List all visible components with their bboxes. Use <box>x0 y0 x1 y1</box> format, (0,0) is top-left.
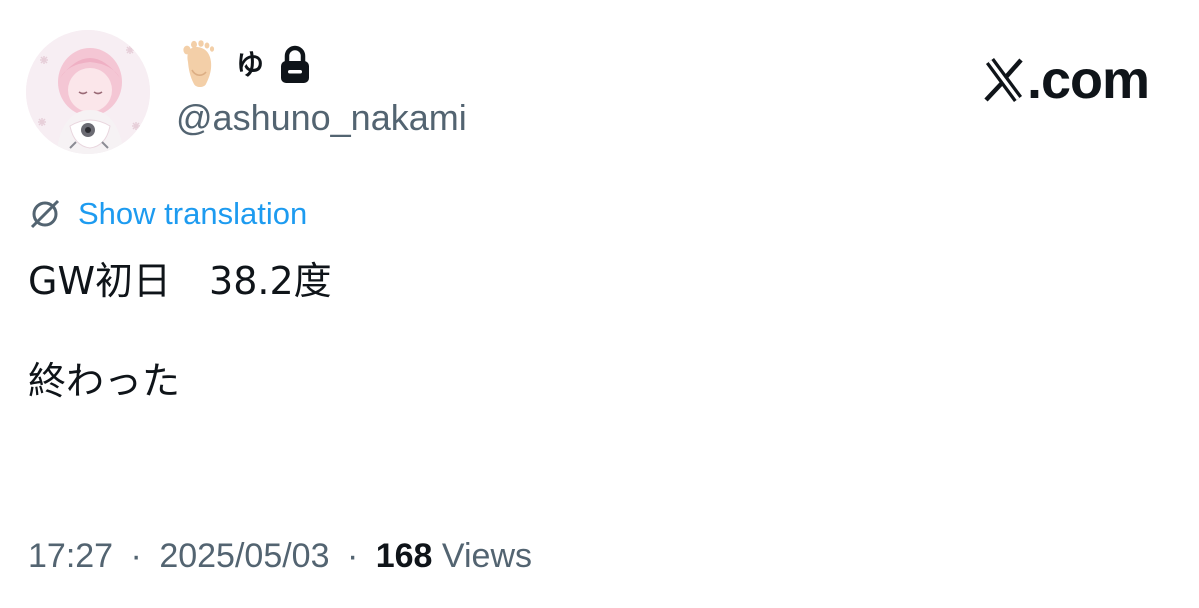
meta-separator: · <box>130 537 142 575</box>
author-name-row[interactable]: ゆ <box>178 40 312 90</box>
tweet-text: GW初日 38.2度 終わった <box>28 256 332 406</box>
translate-icon <box>28 197 62 231</box>
show-translation-label: Show translation <box>78 196 308 231</box>
x-logo-icon <box>981 56 1027 104</box>
views-label: Views <box>441 537 533 575</box>
author-handle[interactable]: @ashuno_nakami <box>176 96 467 140</box>
tweet-meta: 17:27 · 2025/05/03 · 168 Views <box>28 534 532 578</box>
tweet-time[interactable]: 17:27 <box>28 537 113 575</box>
brand: .com <box>981 50 1150 110</box>
views-count[interactable]: 168 <box>376 537 433 575</box>
avatar-image <box>26 30 150 154</box>
tweet-line: GW初日 38.2度 <box>28 259 332 303</box>
foot-icon <box>178 40 222 90</box>
lock-icon <box>278 45 312 85</box>
meta-separator: · <box>346 537 359 575</box>
tweet-line <box>28 306 332 356</box>
avatar[interactable] <box>26 30 150 154</box>
brand-text: .com <box>1026 50 1150 110</box>
display-name: ゆ <box>236 48 265 81</box>
tweet-date[interactable]: 2025/05/03 <box>159 537 329 575</box>
show-translation-button[interactable]: Show translation <box>28 192 307 236</box>
tweet-line: 終わった <box>28 359 181 403</box>
